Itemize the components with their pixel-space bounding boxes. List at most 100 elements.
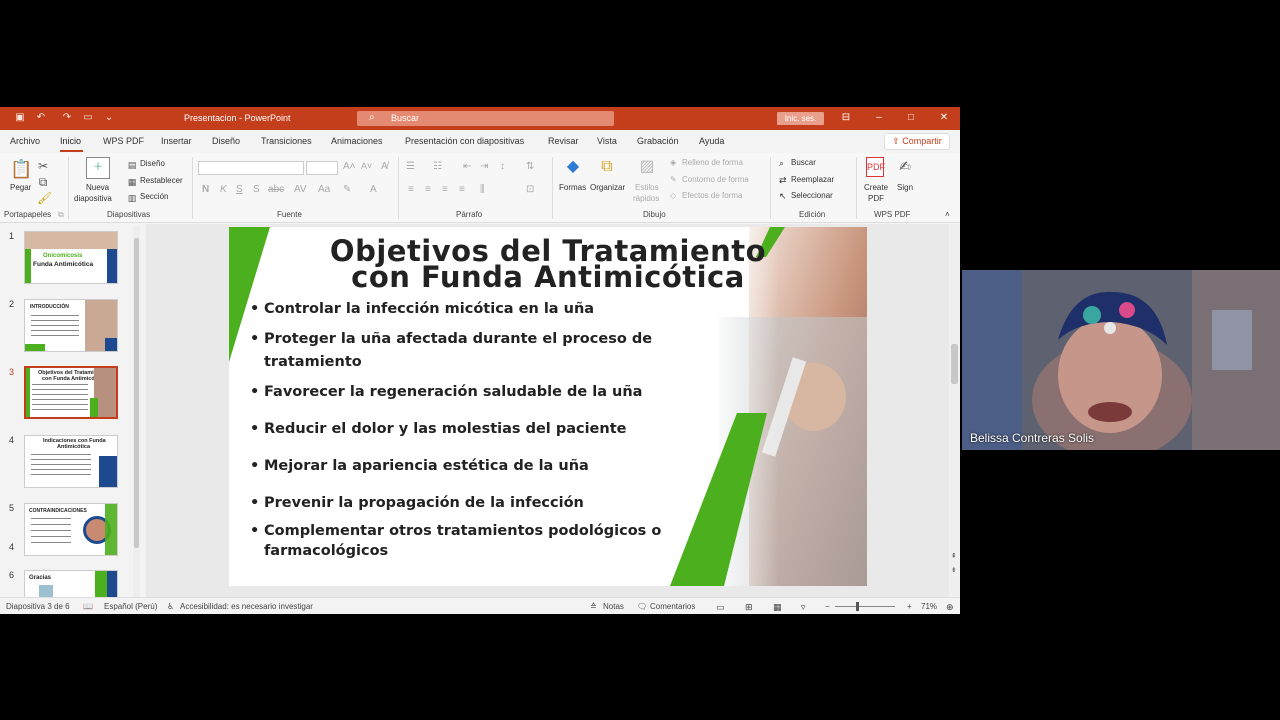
present-icon[interactable]: ▭ (82, 112, 94, 124)
language-indicator[interactable]: Español (Perú) (104, 602, 157, 611)
share-button[interactable]: ⇪ Compartir (884, 133, 950, 150)
tab-grabacion[interactable]: Grabación (637, 136, 679, 146)
create-pdf-label-1[interactable]: Create (864, 183, 888, 192)
slide-thumbnail-2[interactable]: INTRODUCCIÓN (24, 299, 118, 352)
zoom-slider[interactable] (835, 606, 895, 607)
thumbnails-scrollbar[interactable] (133, 226, 140, 600)
tab-wps-pdf[interactable]: WPS PDF (103, 136, 144, 146)
notes-button[interactable]: Notas (603, 602, 624, 611)
tab-transiciones[interactable]: Transiciones (261, 136, 312, 146)
portapapeles-launcher-icon[interactable]: ⧉ (58, 210, 64, 220)
accessibility-status[interactable]: Accesibilidad: es necesario investigar (180, 602, 313, 611)
create-pdf-label-2[interactable]: PDF (868, 194, 884, 203)
collapse-ribbon-icon[interactable]: ˄ (945, 210, 950, 219)
align-center-icon[interactable]: ≡ (425, 184, 431, 195)
sign-icon[interactable]: ✍ (896, 157, 914, 175)
paste-icon[interactable]: 📋 (10, 159, 32, 179)
cut-icon[interactable]: ✂ (37, 159, 49, 173)
bold-icon[interactable]: N (202, 184, 209, 195)
comments-icon[interactable]: 🗨 (637, 602, 647, 611)
zoom-level[interactable]: 71% (921, 602, 937, 611)
scrollbar-thumb[interactable] (134, 238, 139, 548)
tab-vista[interactable]: Vista (597, 136, 617, 146)
text-direction-icon[interactable]: ⇅ (526, 161, 534, 172)
layout-label[interactable]: Diseño (140, 159, 165, 168)
redo-icon[interactable]: ↷ (61, 112, 73, 124)
fit-to-window-icon[interactable]: ⊕ (946, 602, 954, 613)
decrease-indent-icon[interactable]: ⇤ (463, 161, 471, 172)
shapes-label[interactable]: Formas (559, 183, 586, 192)
shape-effects-label[interactable]: Efectos de forma (682, 191, 742, 200)
underline-icon[interactable]: S (236, 184, 243, 195)
previous-slide-icon[interactable]: ⇞ (951, 552, 957, 560)
strikethrough-icon[interactable]: abc (268, 184, 284, 195)
normal-view-icon[interactable]: ▭ (716, 602, 725, 613)
slide-vertical-scrollbar[interactable]: ⇞ ⇟ (949, 224, 960, 597)
clear-format-icon[interactable]: A̸ (381, 161, 388, 172)
arrange-icon[interactable]: ⧉ (596, 157, 618, 177)
reset-label[interactable]: Restablecer (140, 176, 183, 185)
tab-archivo[interactable]: Archivo (10, 136, 40, 146)
change-case-icon[interactable]: Aa (318, 184, 330, 195)
slide-thumbnail-6[interactable]: Gracias (24, 570, 118, 600)
align-right-icon[interactable]: ≡ (442, 184, 448, 195)
tab-ayuda[interactable]: Ayuda (699, 136, 724, 146)
arrange-label[interactable]: Organizar (590, 183, 625, 192)
slide-thumbnail-5[interactable]: CONTRAINDICACIONES (24, 503, 118, 556)
replace-label[interactable]: Reemplazar (791, 175, 834, 184)
reset-icon[interactable]: ▦ (126, 175, 138, 189)
paste-label[interactable]: Pegar (10, 183, 31, 192)
tab-presentacion[interactable]: Presentación con diapositivas (405, 136, 524, 146)
layout-icon[interactable]: ▤ (126, 158, 138, 172)
spacing-icon[interactable]: AV (294, 184, 307, 195)
undo-icon[interactable]: ↶ (35, 112, 47, 124)
ribbon-display-icon[interactable]: ⊟ (839, 111, 853, 125)
shadow-icon[interactable]: S (253, 184, 260, 195)
line-spacing-icon[interactable]: ↕ (500, 161, 505, 172)
font-size-select[interactable] (306, 161, 338, 175)
minimize-icon[interactable]: – (872, 111, 886, 125)
new-slide-icon[interactable]: ＋ (86, 157, 110, 179)
quick-styles-label-1[interactable]: Estilos (635, 183, 659, 192)
section-icon[interactable]: ▥ (126, 191, 138, 205)
shapes-icon[interactable]: ◆ (562, 157, 584, 177)
notes-icon[interactable]: ≙ (590, 602, 597, 611)
next-slide-icon[interactable]: ⇟ (951, 566, 957, 574)
new-slide-label-1[interactable]: Nueva (86, 183, 109, 192)
sign-in-button[interactable]: Inic. ses. (777, 112, 824, 125)
italic-icon[interactable]: K (220, 184, 227, 195)
align-left-icon[interactable]: ≡ (408, 184, 414, 195)
find-label[interactable]: Buscar (791, 158, 816, 167)
decrease-font-icon[interactable]: A˅ (361, 161, 372, 171)
shape-outline-label[interactable]: Contorno de forma (682, 175, 749, 184)
zoom-in-icon[interactable]: + (907, 602, 912, 611)
current-slide[interactable]: Objetivos del Tratamiento con Funda Anti… (229, 227, 867, 586)
slide-thumbnail-3[interactable]: Objetivos del Tratamiento con Funda Anti… (24, 366, 118, 419)
font-family-select[interactable] (198, 161, 304, 175)
scrollbar-thumb[interactable] (951, 344, 958, 384)
zoom-out-icon[interactable]: − (825, 602, 830, 611)
increase-indent-icon[interactable]: ⇥ (480, 161, 488, 172)
comments-button[interactable]: Comentarios (650, 602, 695, 611)
new-slide-label-2[interactable]: diapositiva (74, 194, 112, 203)
shape-fill-label[interactable]: Relleno de forma (682, 158, 743, 167)
font-color-icon[interactable]: A (370, 184, 377, 195)
spellcheck-icon[interactable]: 📖 (83, 602, 93, 611)
copy-icon[interactable]: ⧉ (37, 175, 49, 189)
highlight-icon[interactable]: ✎ (343, 184, 351, 195)
select-label[interactable]: Seleccionar (791, 191, 833, 200)
tab-diseno[interactable]: Diseño (212, 136, 240, 146)
numbering-icon[interactable]: ☷ (433, 161, 442, 172)
tab-insertar[interactable]: Insertar (161, 136, 192, 146)
tab-animaciones[interactable]: Animaciones (331, 136, 383, 146)
section-label[interactable]: Sección (140, 192, 168, 201)
columns-icon[interactable]: ⫼ (480, 184, 485, 195)
accessibility-icon[interactable]: ♿ (167, 602, 174, 611)
zoom-slider-handle[interactable] (856, 602, 859, 611)
quick-styles-icon[interactable]: ▨ (636, 157, 658, 177)
quick-styles-label-2[interactable]: rápidos (633, 194, 659, 203)
sign-label[interactable]: Sign (897, 183, 913, 192)
slideshow-icon[interactable]: ▿ (801, 602, 806, 613)
close-icon[interactable]: ✕ (937, 111, 951, 125)
search-box[interactable]: ⌕ Buscar (357, 111, 614, 126)
